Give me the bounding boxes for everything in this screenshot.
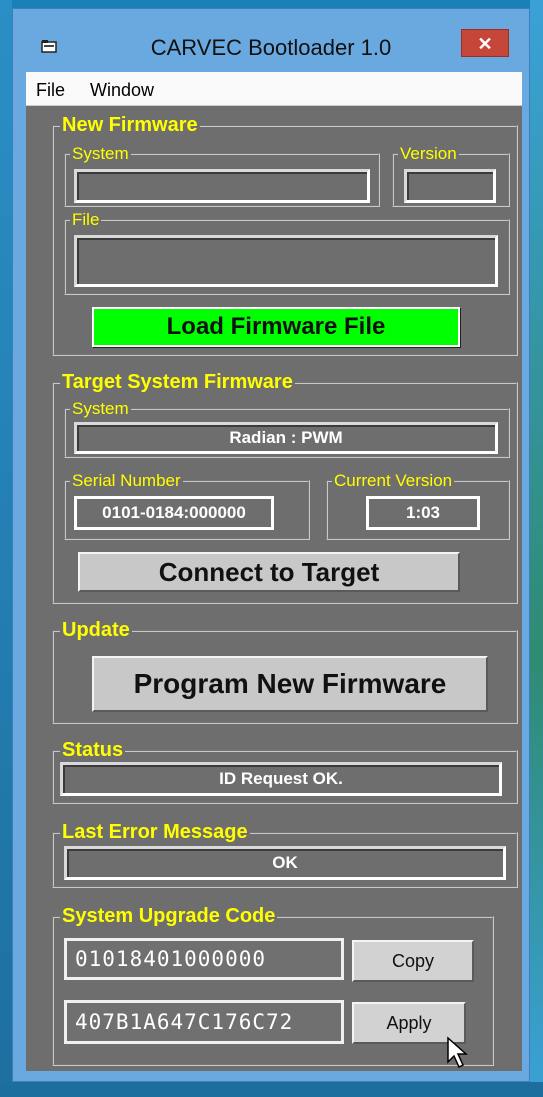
nf-file-label: File [70,210,102,229]
tf-current-version-label: Current Version [332,471,455,490]
nf-version-field [404,169,496,203]
status-field: ID Request OK. [60,762,502,796]
main-panel: New Firmware System Version File Load Fi… [26,106,522,1071]
copy-button[interactable]: Copy [352,940,474,982]
tf-serial-label: Serial Number [70,471,183,490]
window-title: CARVEC Bootloader 1.0 [150,35,392,60]
new-firmware-group: New Firmware System Version File Load Fi… [52,114,518,356]
nf-file-field [74,235,498,287]
new-firmware-legend: New Firmware [60,114,200,136]
target-firmware-group: Target System Firmware System Radian : P… [52,371,518,604]
tf-serial-field: 0101-0184:000000 [74,496,274,530]
desktop-background [0,0,12,1097]
title-bar[interactable]: CARVEC Bootloader 1.0 ✕ [13,9,529,79]
update-group: Update Program New Firmware [52,619,518,724]
upgrade-code-group: System Upgrade Code 01018401000000 Copy … [52,905,494,1066]
update-legend: Update [60,619,132,641]
tf-current-version-group: Current Version 1:03 [326,472,510,540]
nf-system-label: System [70,144,131,163]
desktop-background-right [530,0,543,1097]
nf-system-field [74,169,370,203]
menu-window[interactable]: Window [90,80,154,101]
nf-version-label: Version [398,144,459,163]
tf-system-group: System Radian : PWM [64,400,510,458]
nf-file-group: File [64,211,510,295]
status-legend: Status [60,739,126,761]
menu-file[interactable]: File [36,80,65,101]
tf-system-field: Radian : PWM [74,422,498,454]
last-error-legend: Last Error Message [60,821,250,843]
upgrade-code-field[interactable]: 01018401000000 [64,938,344,980]
tf-current-version-field: 1:03 [366,496,480,530]
load-firmware-button[interactable]: Load Firmware File [92,307,460,347]
desktop-background-bottom [0,1082,543,1097]
close-button[interactable]: ✕ [461,29,509,57]
upgrade-code-legend: System Upgrade Code [60,905,278,927]
apply-code-field[interactable]: 407B1A647C176C72 [64,1000,344,1044]
tf-system-label: System [70,399,131,418]
last-error-field: OK [64,846,506,880]
close-icon: ✕ [477,34,493,54]
status-group: Status ID Request OK. [52,739,518,804]
program-new-firmware-button[interactable]: Program New Firmware [92,656,488,712]
nf-version-group: Version [392,145,510,207]
nf-system-group: System [64,145,380,207]
connect-to-target-button[interactable]: Connect to Target [78,552,460,592]
menu-bar: File Window [26,72,522,106]
last-error-group: Last Error Message OK [52,821,518,888]
target-firmware-legend: Target System Firmware [60,371,295,393]
mouse-cursor-icon [447,1036,468,1069]
tf-serial-group: Serial Number 0101-0184:000000 [64,472,310,540]
